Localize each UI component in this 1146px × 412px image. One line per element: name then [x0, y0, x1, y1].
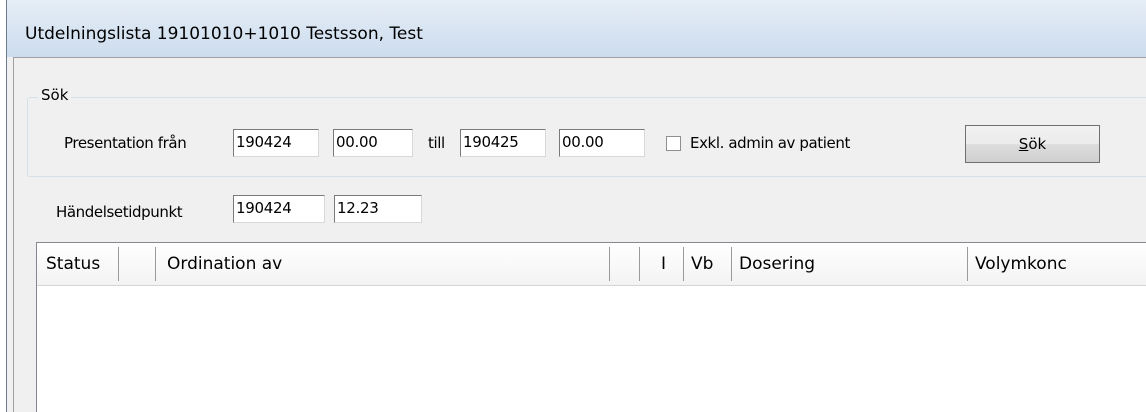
column-divider[interactable] — [639, 247, 640, 281]
from-time-field[interactable]: 00.00 — [333, 129, 413, 157]
column-header-volymkonc[interactable]: Volymkonc — [971, 243, 1146, 285]
event-time-field[interactable]: 12.23 — [334, 195, 422, 223]
column-divider[interactable] — [155, 247, 156, 281]
column-divider[interactable] — [967, 247, 968, 281]
search-group-label: Sök — [38, 86, 72, 104]
column-header-dosering[interactable]: Dosering — [735, 243, 955, 285]
to-date-field[interactable]: 190425 — [460, 129, 546, 157]
window-title: Utdelningslista 19101010+1010 Testsson, … — [25, 24, 423, 44]
column-header-blank-1[interactable] — [119, 243, 155, 285]
column-header-ordination[interactable]: Ordination av — [163, 243, 603, 285]
search-button-label: ök — [1028, 135, 1047, 153]
exclude-admin-checkbox[interactable] — [666, 136, 681, 151]
search-button-accel: S — [1018, 135, 1029, 153]
presentation-from-label: Presentation från — [64, 134, 187, 152]
event-time-label: Händelsetidpunkt — [56, 203, 183, 221]
event-date-field[interactable]: 190424 — [233, 195, 325, 223]
title-bar[interactable]: Utdelningslista 19101010+1010 Testsson, … — [7, 0, 1146, 57]
list-header: Status Ordination av I Vb Dosering Volym… — [37, 243, 1146, 286]
till-label: till — [428, 134, 445, 152]
from-date-field[interactable]: 190424 — [233, 129, 319, 157]
column-divider[interactable] — [683, 247, 684, 281]
column-header-blank-2[interactable] — [610, 243, 630, 285]
column-header-i[interactable]: I — [657, 243, 677, 285]
column-header-status[interactable]: Status — [42, 243, 122, 285]
column-divider[interactable] — [731, 247, 732, 281]
search-button[interactable]: Sök — [965, 125, 1100, 163]
column-header-vb[interactable]: Vb — [687, 243, 727, 285]
administration-list[interactable]: Status Ordination av I Vb Dosering Volym… — [36, 242, 1146, 412]
exclude-admin-label[interactable]: Exkl. admin av patient — [690, 134, 850, 152]
to-time-field[interactable]: 00.00 — [559, 129, 645, 157]
